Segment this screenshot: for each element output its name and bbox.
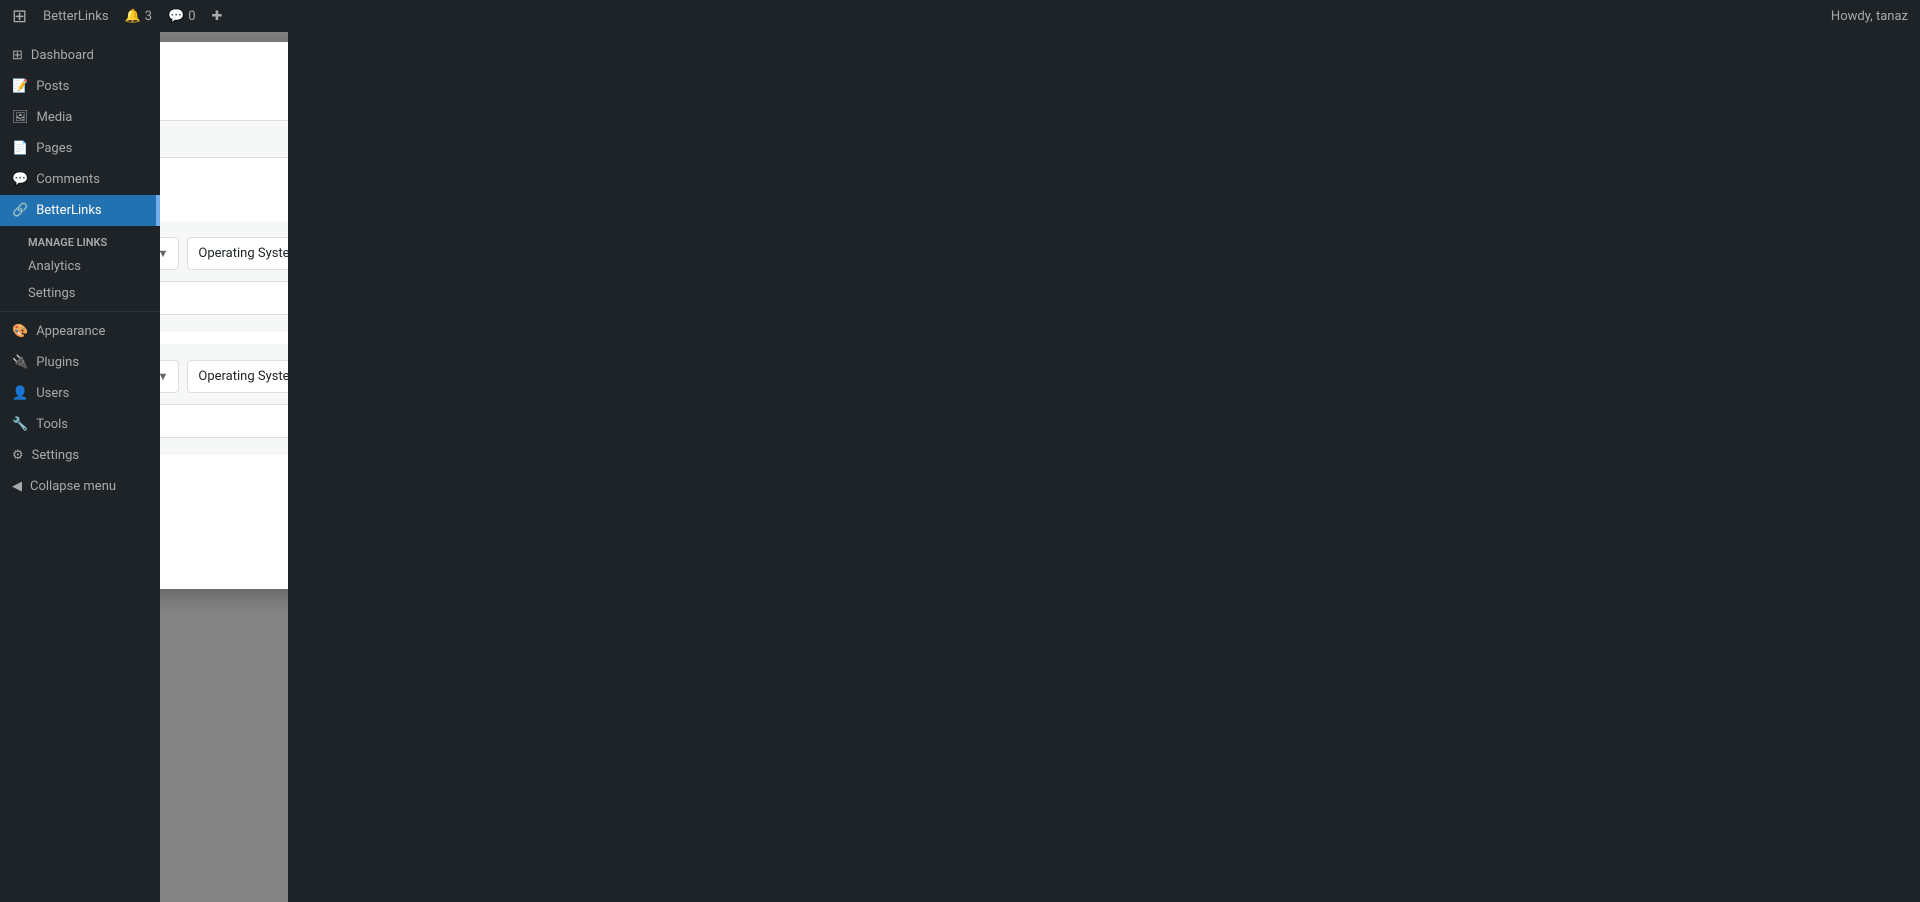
enable-dynamic-redirect-row: Enable Dynamic Redirect: [160, 74, 288, 92]
tools-icon: 🔧: [12, 417, 28, 432]
sidebar-item-appearance[interactable]: 🎨 Appearance: [0, 316, 160, 347]
user-greeting: Howdy, tanaz: [1831, 9, 1908, 24]
redirection-type-row: Redirection Type 🖥 Device ▼: [160, 120, 288, 158]
media-label: Media: [37, 110, 73, 125]
sidebar-manage-links-header: Manage Links: [0, 226, 160, 253]
settings2-icon: ⚙: [12, 448, 24, 463]
collapse-icon: ◀: [12, 479, 22, 494]
modal-overlay: × Enable Dynamic Redirect Redirection Ty…: [160, 32, 288, 902]
sidebar-item-dashboard[interactable]: ⊞ Dashboard: [0, 40, 160, 71]
comments-nav-icon: 💬: [12, 172, 28, 187]
plugins-label: Plugins: [36, 355, 79, 370]
target-url-1-os-dropdown[interactable]: Operating System ▼: [187, 237, 288, 270]
sidebar-item-tools[interactable]: 🔧 Tools: [0, 409, 160, 440]
device-dd-2-chevron-icon: ▼: [160, 370, 168, 383]
sidebar-item-media[interactable]: 🖼 Media: [0, 102, 160, 133]
analytics-label: Analytics: [28, 259, 81, 274]
redirection-type-dropdown[interactable]: 🖥 Device ▼: [160, 120, 288, 158]
sidebar-item-settings2[interactable]: ⚙ Settings: [0, 440, 160, 471]
target-url-1-card: Target URL 1 Device ▼ Operating System: [160, 221, 288, 332]
add-new-icon[interactable]: ✚: [212, 9, 223, 24]
plugins-icon: 🔌: [12, 355, 28, 370]
sidebar-item-users[interactable]: 👤 Users: [0, 378, 160, 409]
add-new-link-button[interactable]: + Add New Link: [160, 471, 288, 497]
sidebar-item-analytics[interactable]: Analytics: [0, 253, 160, 280]
comments-label: Comments: [36, 172, 100, 187]
media-icon: 🖼: [12, 110, 29, 125]
target-url-2-os-dropdown[interactable]: Operating System ▼: [187, 360, 288, 393]
device-dd-1-chevron-icon: ▼: [160, 247, 168, 260]
settings-label: Settings: [28, 286, 75, 301]
target-url-2-device-dropdown[interactable]: Device ▼: [160, 360, 179, 393]
device-based-urls-title: Device Based Target URLs: [160, 186, 288, 205]
appearance-icon: 🎨: [12, 324, 28, 339]
notifications-icon[interactable]: 🔔 3: [125, 9, 153, 24]
sidebar-item-comments[interactable]: 💬 Comments: [0, 164, 160, 195]
main-content: Eas...Co...Co... go/... go/... ale... Qu…: [160, 32, 288, 902]
settings2-label: Settings: [32, 448, 79, 463]
appearance-label: Appearance: [36, 324, 105, 339]
tools-label: Tools: [36, 417, 68, 432]
users-icon: 👤: [12, 386, 28, 401]
dashboard-icon: ⊞: [12, 48, 23, 63]
collapse-label: Collapse menu: [30, 479, 116, 494]
users-label: Users: [36, 386, 69, 401]
modal: × Enable Dynamic Redirect Redirection Ty…: [160, 42, 288, 589]
sidebar-item-pages[interactable]: 📄 Pages: [0, 133, 160, 164]
wp-logo-icon: ⊞: [12, 6, 27, 27]
target-url-2-input[interactable]: [160, 404, 288, 438]
target-url-1-input[interactable]: [160, 281, 288, 315]
sidebar-item-settings[interactable]: Settings: [0, 280, 160, 307]
posts-icon: 📝: [12, 79, 28, 94]
sidebar-item-plugins[interactable]: 🔌 Plugins: [0, 347, 160, 378]
sidebar-item-betterlinks[interactable]: 🔗 BetterLinks: [0, 195, 160, 226]
pages-icon: 📄: [12, 141, 28, 156]
betterlinks-label: BetterLinks: [36, 203, 101, 218]
betterlinks-icon: 🔗: [12, 203, 28, 218]
wp-sidebar: ⊞ Dashboard 📝 Posts 🖼 Media 📄 Pages 💬 Co…: [0, 32, 160, 902]
site-name: BetterLinks: [43, 9, 108, 24]
posts-label: Posts: [36, 79, 69, 94]
dashboard-label: Dashboard: [31, 48, 94, 63]
pages-label: Pages: [36, 141, 72, 156]
target-url-1-device-dropdown[interactable]: Device ▼: [160, 237, 179, 270]
modal-body: Enable Dynamic Redirect Redirection Type…: [160, 42, 288, 589]
sidebar-item-posts[interactable]: 📝 Posts: [0, 71, 160, 102]
collapse-menu[interactable]: ◀ Collapse menu: [0, 471, 160, 502]
device-based-urls-section: Device Based Target URLs Target URL 1 De…: [160, 186, 288, 455]
target-url-2-card: Target URL 2 Device ▼ Operating System: [160, 344, 288, 455]
comments-icon[interactable]: 💬 0: [168, 9, 196, 24]
admin-bar: ⊞ BetterLinks 🔔 3 💬 0 ✚ Howdy, tanaz: [0, 0, 1920, 32]
